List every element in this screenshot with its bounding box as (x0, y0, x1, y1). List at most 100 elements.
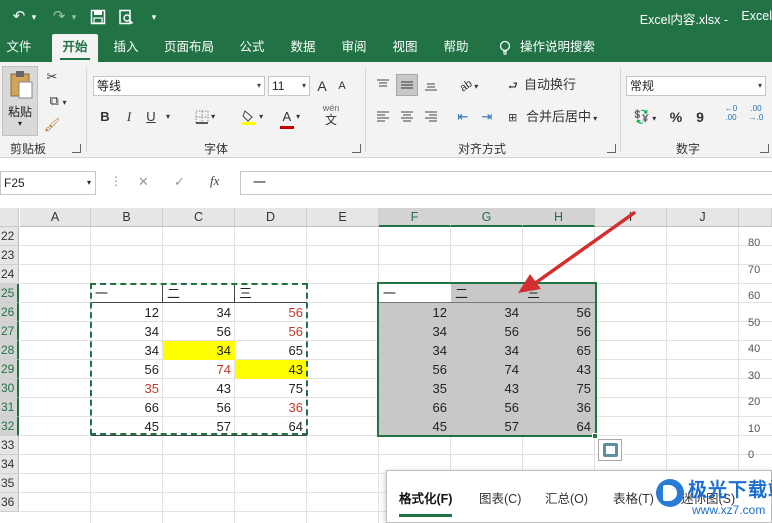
borders-button[interactable]: ▾ (190, 106, 220, 128)
row-header[interactable]: 22 (0, 227, 19, 246)
paste-button[interactable]: 粘贴 ▾ (2, 66, 38, 136)
qa-tab-formatting[interactable]: 格式化(F) (399, 488, 453, 517)
column-header[interactable]: D (235, 208, 307, 227)
comma-style-button[interactable]: 9 (692, 106, 708, 128)
tab-file[interactable]: 文件 (0, 34, 38, 62)
column-header[interactable]: H (523, 208, 595, 227)
qa-tab-totals[interactable]: 汇总(O) (545, 488, 588, 507)
row-header[interactable]: 36 (0, 493, 19, 512)
alignment-launcher-icon[interactable] (607, 144, 616, 153)
cancel-icon[interactable]: ✕ (138, 174, 149, 190)
enter-icon[interactable]: ✓ (174, 174, 185, 190)
undo-icon[interactable]: ↶ (8, 6, 30, 28)
row-header[interactable]: 29 (0, 360, 19, 379)
cut-icon[interactable]: ✂ (42, 66, 62, 88)
row-header[interactable]: 32 (0, 417, 19, 436)
column-header[interactable]: F (379, 208, 451, 227)
align-bottom-icon[interactable] (420, 74, 442, 96)
save-icon[interactable] (88, 6, 108, 28)
accounting-format-icon[interactable]: 💱 ▾ (628, 106, 662, 128)
wrap-text-button[interactable]: ⮐ 自动换行 (508, 74, 580, 96)
row-header[interactable]: 34 (0, 455, 19, 474)
formula-input[interactable]: 一 (240, 171, 772, 195)
copy-icon[interactable]: ⧉ ▾ (42, 90, 74, 112)
row-header[interactable]: 27 (0, 322, 19, 341)
underline-dropdown-icon[interactable]: ▾ (162, 106, 174, 128)
row-header[interactable]: 31 (0, 398, 19, 417)
redo-icon[interactable]: ↷ (48, 6, 70, 28)
underline-button[interactable]: U (142, 106, 160, 128)
quick-analysis-icon (603, 443, 618, 457)
column-header[interactable]: I (595, 208, 667, 227)
column-header[interactable]: E (307, 208, 379, 227)
number-group-label: 数字 (676, 142, 701, 156)
row-header[interactable]: 28 (0, 341, 19, 360)
qa-tab-charts[interactable]: 图表(C) (479, 488, 521, 507)
tab-insert[interactable]: 插入 (106, 34, 146, 62)
align-left-icon[interactable] (372, 106, 394, 128)
shrink-font-button[interactable]: A (334, 75, 350, 97)
tab-view[interactable]: 视图 (385, 34, 425, 62)
column-header[interactable]: C (163, 208, 235, 227)
tab-data[interactable]: 数据 (283, 34, 323, 62)
print-preview-icon[interactable] (116, 6, 136, 28)
number-format-select[interactable]: 常规 ▾ (626, 76, 766, 96)
column-header[interactable]: J (667, 208, 739, 227)
column-header[interactable]: G (451, 208, 523, 227)
row-header[interactable]: 24 (0, 265, 19, 284)
italic-button[interactable]: I (120, 106, 138, 128)
tab-help[interactable]: 帮助 (436, 34, 476, 62)
tell-me-search[interactable]: 操作说明搜索 (520, 34, 600, 62)
row-header[interactable]: 35 (0, 474, 19, 493)
row-header[interactable]: 25 (0, 284, 19, 303)
axis-tick-label: 60 (748, 290, 761, 302)
align-middle-icon[interactable] (396, 74, 418, 96)
column-header[interactable]: B (91, 208, 163, 227)
row-header[interactable]: 23 (0, 246, 19, 265)
align-center-icon[interactable] (396, 106, 418, 128)
percent-style-button[interactable]: % (666, 106, 686, 128)
qa-tab-tables[interactable]: 表格(T) (613, 488, 654, 507)
row-header[interactable]: 30 (0, 379, 19, 398)
bold-button[interactable]: B (96, 106, 114, 128)
row-header[interactable]: 33 (0, 436, 19, 455)
column-header[interactable]: A (20, 208, 91, 227)
tab-page-layout[interactable]: 页面布局 (158, 34, 220, 62)
watermark: 极光下载站 www.xz7.com (656, 473, 772, 523)
orientation-icon[interactable]: ab ▾ (452, 74, 486, 96)
axis-tick-label: 80 (748, 237, 761, 249)
undo-dropdown-icon[interactable]: ▾ (29, 6, 39, 28)
font-color-button[interactable]: A ▾ (274, 106, 306, 129)
tab-review[interactable]: 审阅 (334, 34, 374, 62)
name-box[interactable]: F25 ▾ (0, 171, 96, 195)
phonetic-button[interactable]: wén 文 (318, 102, 344, 128)
decrease-decimal-button[interactable]: .00 →.0 (744, 104, 768, 128)
number-launcher-icon[interactable] (760, 144, 769, 153)
font-launcher-icon[interactable] (352, 144, 361, 153)
column-header[interactable] (739, 208, 772, 227)
fill-color-button[interactable]: ▾ (236, 106, 268, 128)
grow-font-button[interactable]: A (314, 75, 330, 97)
select-all-corner[interactable] (0, 208, 19, 227)
increase-indent-icon[interactable]: ⇥ (476, 106, 498, 128)
font-name-select[interactable]: 等线 ▾ (93, 76, 265, 96)
decrease-indent-icon[interactable]: ⇤ (452, 106, 474, 128)
redo-dropdown-icon[interactable]: ▾ (69, 6, 79, 28)
quick-analysis-button[interactable] (598, 439, 622, 461)
lightbulb-icon (494, 34, 516, 62)
insert-function-icon[interactable]: fx (210, 173, 219, 189)
format-painter-icon[interactable]: 🖌 (42, 114, 62, 136)
tab-home[interactable]: 开始 (52, 34, 98, 62)
paste-dropdown-icon: ▾ (17, 119, 22, 128)
group-separator (365, 68, 366, 152)
align-right-icon[interactable] (420, 106, 442, 128)
customize-qat-icon[interactable]: ▾ (147, 6, 161, 28)
merge-center-button[interactable]: ⊞ 合并后居中 ▾ (508, 106, 608, 128)
align-top-icon[interactable] (372, 74, 394, 96)
increase-decimal-button[interactable]: ←0 .00 (720, 104, 742, 128)
row-header[interactable]: 26 (0, 303, 19, 322)
axis-tick-label: 50 (748, 316, 761, 329)
clipboard-launcher-icon[interactable] (72, 144, 81, 153)
tab-formulas[interactable]: 公式 (232, 34, 272, 62)
font-size-select[interactable]: 11 ▾ (268, 76, 310, 96)
